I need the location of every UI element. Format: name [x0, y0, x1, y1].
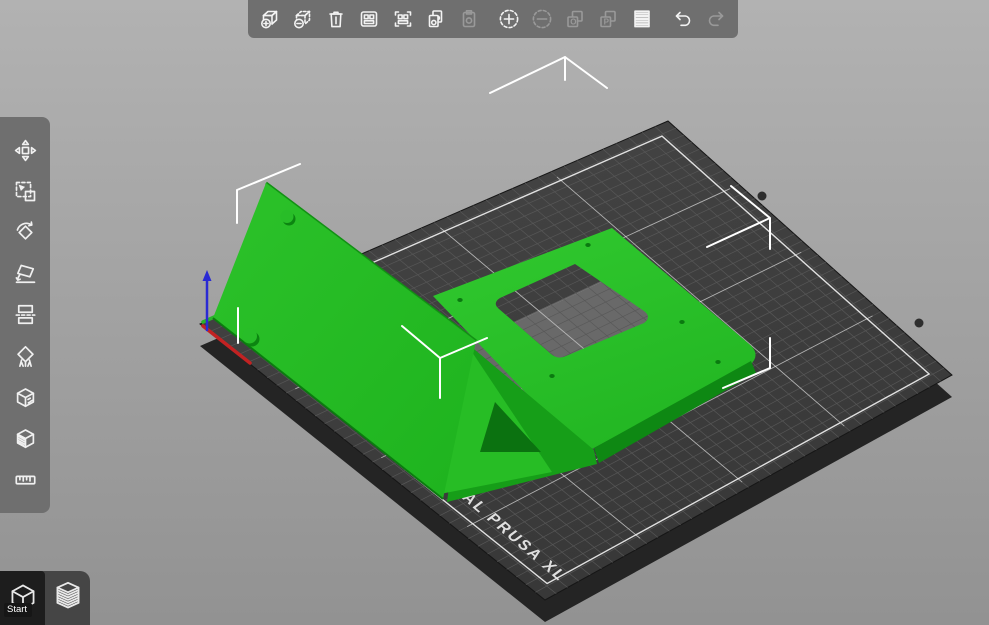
svg-text:P: P — [604, 18, 610, 27]
delete-all-icon[interactable] — [324, 7, 348, 32]
preview-view-button[interactable] — [45, 571, 90, 625]
seam-painting-tool-icon[interactable] — [11, 383, 39, 411]
arrange-selection-icon[interactable] — [391, 7, 415, 32]
delete-object-icon[interactable] — [291, 7, 315, 32]
paste-icon[interactable] — [457, 7, 481, 32]
svg-text:O: O — [571, 18, 577, 27]
variable-layer-height-icon[interactable] — [630, 7, 654, 32]
z-axis-arrowhead — [202, 270, 212, 281]
editor-view-button[interactable]: Start — [0, 571, 45, 625]
remove-instance-icon[interactable] — [530, 7, 554, 32]
undo-icon[interactable] — [671, 7, 695, 32]
start-label: Start — [4, 603, 33, 617]
redo-icon[interactable] — [704, 7, 728, 32]
layers-stack-icon — [49, 577, 87, 620]
place-on-face-tool-icon[interactable] — [11, 260, 39, 288]
bed-edge-tab — [914, 318, 924, 328]
measure-tool-icon[interactable] — [11, 466, 39, 494]
split-to-objects-icon[interactable]: O — [563, 7, 587, 32]
rotate-tool-icon[interactable] — [11, 219, 39, 247]
add-instance-icon[interactable] — [497, 7, 521, 32]
bed-edge-tab — [757, 191, 767, 201]
move-tool-icon[interactable] — [11, 136, 39, 164]
slicer-window: { "window": { "type": "3d-slicer-editor"… — [0, 0, 989, 625]
copy-icon[interactable] — [424, 7, 448, 32]
multimaterial-painting-tool-icon[interactable] — [11, 425, 39, 453]
scale-tool-icon[interactable] — [11, 177, 39, 205]
arrange-icon[interactable] — [357, 7, 381, 32]
add-object-icon[interactable] — [258, 7, 282, 32]
top-toolbar: OP — [248, 0, 738, 38]
paint-supports-tool-icon[interactable] — [11, 342, 39, 370]
gizmo-sidebar — [0, 117, 50, 513]
view-switcher: Start — [0, 571, 90, 625]
cut-tool-icon[interactable] — [11, 301, 39, 329]
split-to-parts-icon[interactable]: P — [596, 7, 620, 32]
